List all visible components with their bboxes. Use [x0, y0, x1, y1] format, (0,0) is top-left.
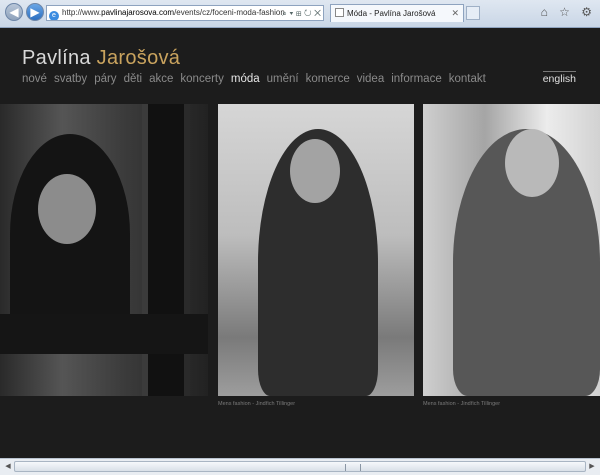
menu-item[interactable]: umění	[267, 73, 299, 85]
brand-last-name: Jarošová	[96, 47, 181, 69]
page-favicon-icon	[335, 8, 344, 17]
menu-item[interactable]: komerce	[306, 73, 350, 85]
address-path: /events/cz/foceni-moda-fashion	[174, 8, 285, 17]
tab-title: Móda - Pavlína Jarošová	[347, 9, 436, 18]
menu-item[interactable]: kontakt	[449, 73, 486, 85]
new-tab-button[interactable]	[466, 6, 480, 20]
horizontal-scrollbar[interactable]: ◀ ▶	[0, 458, 600, 475]
photo-face	[505, 129, 559, 197]
forward-arrow-icon: ▶	[30, 5, 40, 19]
brand-first-name: Pavlína	[22, 47, 91, 69]
photo-gallery	[0, 104, 600, 396]
address-bar[interactable]: e http://www.pavlinajarosova.com/events/c…	[46, 5, 324, 21]
forward-button[interactable]: ▶	[26, 3, 44, 21]
menu-item[interactable]: páry	[94, 73, 116, 85]
menu-item[interactable]: svatby	[54, 73, 87, 85]
menu-item[interactable]: videa	[357, 73, 385, 85]
language-switch[interactable]: english	[542, 71, 577, 85]
tab-close-icon[interactable]: ✕	[451, 5, 459, 22]
gallery-photo[interactable]	[218, 104, 414, 396]
photo-caption: Mens fashion - Jindřich Tillinger	[218, 401, 296, 407]
photo-face	[290, 139, 340, 203]
ie-icon: e	[49, 11, 59, 20]
site-logo[interactable]: Pavlína Jarošová	[22, 47, 180, 70]
main-menu: nové svatby páry děti akce koncerty móda umění k…	[22, 73, 493, 85]
active-tab[interactable]: Móda - Pavlína Jarošová ✕	[330, 4, 464, 22]
scroll-thumb[interactable]	[14, 461, 586, 472]
menu-item[interactable]: informace	[391, 73, 442, 85]
gallery-photo[interactable]	[0, 104, 208, 396]
menu-item[interactable]: nové	[22, 73, 47, 85]
scroll-left-icon[interactable]: ◀	[2, 461, 14, 472]
gallery-photo[interactable]	[423, 104, 600, 396]
back-button[interactable]: ◀	[5, 3, 23, 21]
photo-face	[38, 174, 96, 244]
photo-caption: Mens fashion - Jindřich Tillinger	[423, 401, 501, 407]
browser-toolbar: ◀ ▶ e http://www.pavlinajarosova.com/even…	[0, 0, 600, 28]
back-arrow-icon: ◀	[9, 5, 19, 19]
menu-item[interactable]: móda	[231, 73, 260, 85]
scroll-right-icon[interactable]: ▶	[586, 461, 598, 472]
menu-item[interactable]: koncerty	[180, 73, 223, 85]
address-prefix: http://www.	[62, 8, 102, 17]
menu-item[interactable]: akce	[149, 73, 173, 85]
thumb-grip	[345, 464, 361, 471]
window-sill	[0, 314, 208, 354]
web-page: Pavlína Jarošová nové svatby páry děti akce k…	[0, 28, 600, 458]
menu-item[interactable]: děti	[124, 73, 143, 85]
window-tools[interactable]: ⌂ ☆ ⚙	[541, 5, 596, 19]
address-tools[interactable]: ⌕ ▾ ⊞ ↻ ✕	[282, 6, 321, 20]
address-domain: pavlinajarosova.com	[101, 8, 175, 17]
